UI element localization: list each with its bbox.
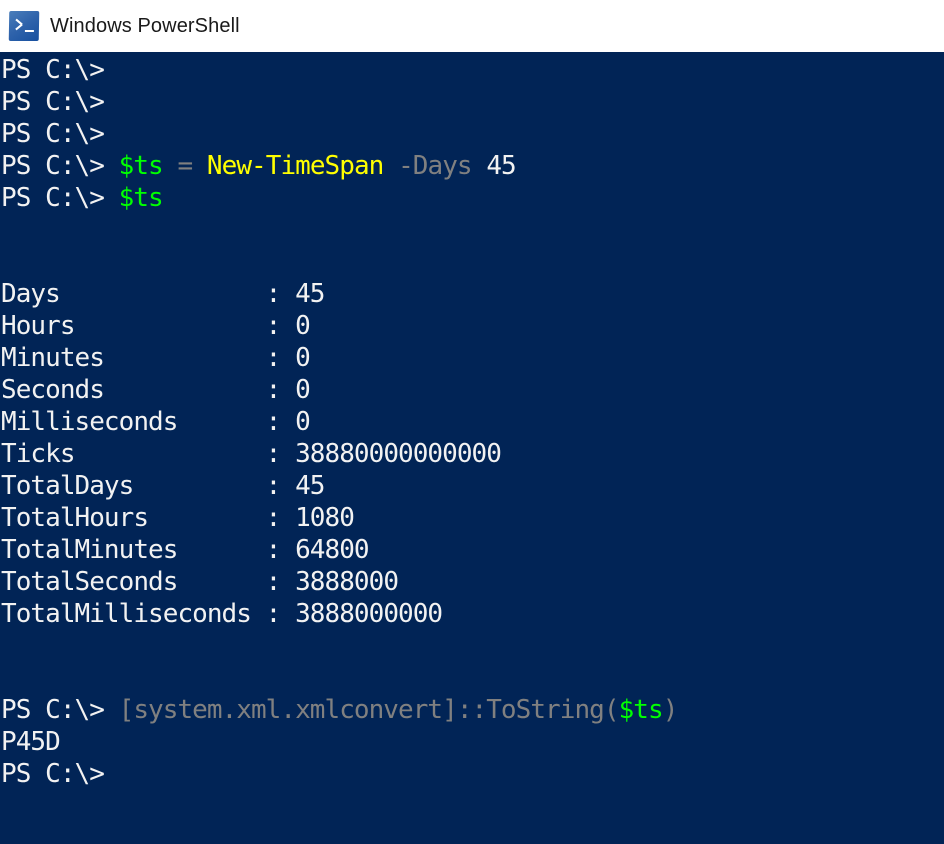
title-bar: Windows PowerShell <box>0 0 944 52</box>
console-output-line: P45D <box>1 726 944 758</box>
property-separator: : <box>265 407 296 437</box>
property-name: TotalMinutes <box>1 535 266 565</box>
console-prompt-line: PS C:\> <box>1 758 944 790</box>
property-separator: : <box>265 599 296 629</box>
command-token <box>383 151 398 181</box>
property-value: 1080 <box>295 503 355 533</box>
console-output-area[interactable]: PS C:\> PS C:\> PS C:\> PS C:\> $ts = New-T… <box>0 52 944 844</box>
prompt-text: PS C:\> <box>1 55 105 85</box>
console-prompt-line: PS C:\> <box>1 118 944 150</box>
property-separator: : <box>265 567 296 597</box>
command-token: $ts <box>118 151 164 181</box>
property-name: Milliseconds <box>1 407 266 437</box>
command-token: 45 <box>486 151 516 181</box>
prompt-text: PS C:\> <box>1 759 105 789</box>
property-value: 45 <box>295 471 325 501</box>
property-value: 64800 <box>295 535 369 565</box>
command-token <box>192 151 207 181</box>
property-name: Minutes <box>1 343 266 373</box>
command-token: = <box>177 151 193 181</box>
prompt-text: PS C:\> <box>1 119 105 149</box>
property-row: Days : 45 <box>1 278 944 310</box>
property-value: 0 <box>295 311 311 341</box>
powershell-icon <box>8 11 40 41</box>
property-name: Hours <box>1 311 266 341</box>
command-token <box>472 151 487 181</box>
prompt-text: PS C:\> <box>1 87 105 117</box>
property-row: Milliseconds : 0 <box>1 406 944 438</box>
property-row: TotalSeconds : 3888000 <box>1 566 944 598</box>
command-token: [system.xml.xmlconvert]::ToString( <box>118 695 620 725</box>
property-row: Ticks : 38880000000000 <box>1 438 944 470</box>
console-prompt-line: PS C:\> <box>1 86 944 118</box>
command-token: -Days <box>398 151 472 181</box>
property-separator: : <box>265 343 296 373</box>
command-token: New-TimeSpan <box>206 151 384 181</box>
underscore-icon <box>24 30 34 32</box>
property-separator: : <box>265 311 296 341</box>
property-value: 0 <box>295 343 311 373</box>
prompt-text: PS C:\> <box>1 695 119 725</box>
property-value: 0 <box>295 407 311 437</box>
console-command-line: PS C:\> $ts <box>1 182 944 214</box>
property-separator: : <box>265 439 296 469</box>
console-command-line: PS C:\> $ts = New-TimeSpan -Days 45 <box>1 150 944 182</box>
property-separator: : <box>265 535 296 565</box>
property-value: 3888000 <box>295 567 399 597</box>
property-name: TotalMilliseconds <box>1 599 266 629</box>
command-token <box>163 151 178 181</box>
property-name: TotalHours <box>1 503 266 533</box>
property-name: TotalDays <box>1 471 266 501</box>
property-name: Days <box>1 279 266 309</box>
property-row: Seconds : 0 <box>1 374 944 406</box>
property-separator: : <box>265 471 296 501</box>
property-value: 0 <box>295 375 311 405</box>
property-separator: : <box>265 279 296 309</box>
property-value: 45 <box>295 279 325 309</box>
property-row: Hours : 0 <box>1 310 944 342</box>
property-separator: : <box>265 375 296 405</box>
property-name: Seconds <box>1 375 266 405</box>
property-name: TotalSeconds <box>1 567 266 597</box>
property-row: Minutes : 0 <box>1 342 944 374</box>
property-name: Ticks <box>1 439 266 469</box>
console-prompt-line: PS C:\> <box>1 54 944 86</box>
console-command-line: PS C:\> [system.xml.xmlconvert]::ToStrin… <box>1 694 944 726</box>
powershell-window: Windows PowerShell PS C:\> PS C:\> PS C:\>… <box>0 0 944 844</box>
prompt-text: PS C:\> <box>1 151 119 181</box>
command-token: $ts <box>618 695 664 725</box>
property-row: TotalDays : 45 <box>1 470 944 502</box>
property-separator: : <box>265 503 296 533</box>
window-title: Windows PowerShell <box>50 14 240 37</box>
command-token: $ts <box>118 183 164 213</box>
property-row: TotalMinutes : 64800 <box>1 534 944 566</box>
output-text: P45D <box>1 727 61 757</box>
prompt-text: PS C:\> <box>1 183 119 213</box>
property-value: 38880000000000 <box>295 439 502 469</box>
property-row: TotalMilliseconds : 3888000000 <box>1 598 944 630</box>
property-row: TotalHours : 1080 <box>1 502 944 534</box>
property-value: 3888000000 <box>295 599 443 629</box>
command-token: ) <box>662 695 679 725</box>
chevron-right-icon <box>15 19 26 30</box>
